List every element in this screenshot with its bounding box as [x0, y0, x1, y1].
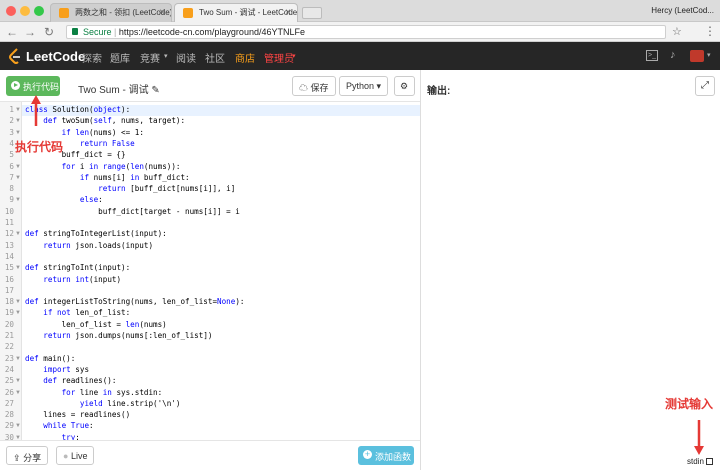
annotation-overlay — [31, 95, 704, 455]
annotation-run-code: 执行代码 — [15, 140, 64, 154]
annotation-arrowhead — [694, 446, 704, 455]
annotation-arrowhead — [31, 95, 41, 104]
annotation-test-input: 测试输入 — [665, 397, 714, 411]
